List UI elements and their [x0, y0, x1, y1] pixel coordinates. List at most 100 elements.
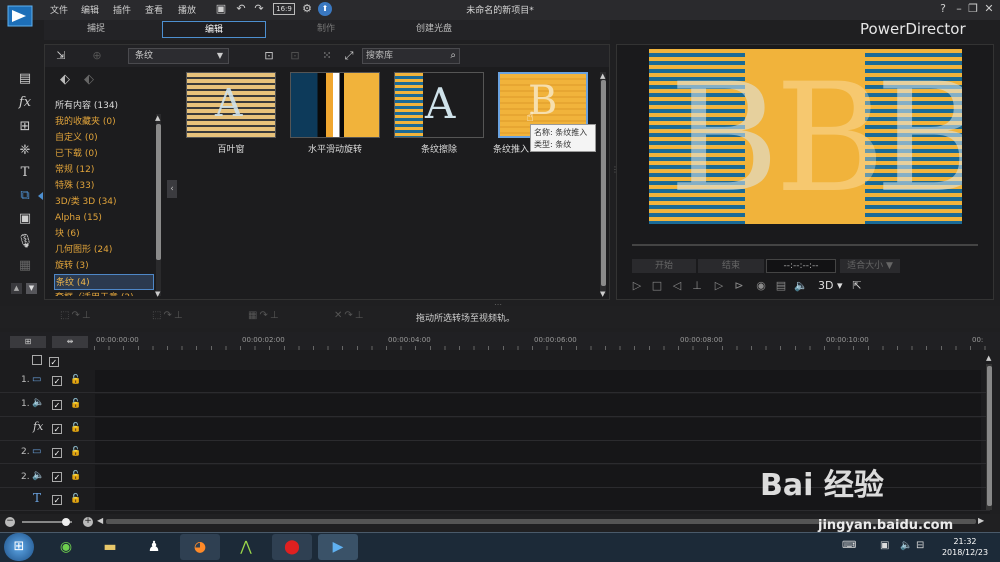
particle-room-icon[interactable]: ❈ [14, 142, 36, 160]
category-item[interactable]: 我的收藏夹 (0) [54, 114, 154, 130]
track-enable-checkbox[interactable]: ✓ [52, 400, 62, 410]
add-transition-icon[interactable]: ⬖ [60, 72, 82, 90]
taskbar-qq-icon[interactable]: ♟ [134, 534, 174, 560]
track-lock-icon[interactable]: 🔓 [70, 423, 81, 433]
track-lock-icon[interactable]: 🔓 [70, 447, 81, 457]
close-icon[interactable]: ✕ [982, 2, 996, 16]
previous-frame-icon[interactable]: ◁ [670, 279, 684, 293]
taskbar-explorer-icon[interactable]: ▬ [90, 534, 130, 560]
fast-forward-icon[interactable]: ⊳ [732, 279, 746, 293]
track-enable-checkbox[interactable]: ✓ [52, 424, 62, 434]
scroll-up-icon[interactable]: ▲ [155, 114, 160, 122]
track-enable-checkbox[interactable]: ✓ [52, 376, 62, 386]
volume-icon[interactable]: 🔈 [794, 279, 808, 293]
category-item[interactable]: 特殊 (33) [54, 178, 154, 194]
remove-transition-icon[interactable]: ⬖ [84, 72, 106, 90]
category-item[interactable]: 所有内容 (134) [54, 98, 154, 114]
tray-device-icon[interactable]: ▣ [880, 540, 889, 551]
search-icon[interactable]: ⌕ [450, 49, 456, 63]
mode-capture[interactable]: 捕捉 [66, 21, 126, 38]
category-scroll-thumb[interactable] [156, 124, 161, 260]
category-item[interactable]: 块 (6) [54, 226, 154, 242]
fx-room-icon[interactable]: fx [14, 94, 36, 112]
taskbar-recorder-icon[interactable]: ⬤ [272, 534, 312, 560]
timeline-view-icon[interactable]: ⊞ [10, 336, 46, 348]
taskbar-firefox-icon[interactable]: ◕ [180, 534, 220, 560]
help-icon[interactable]: ? [936, 2, 950, 16]
import-icon[interactable]: ⇲ [54, 48, 68, 64]
next-frame-icon[interactable]: ▷ [712, 279, 726, 293]
category-item[interactable]: 常规 (12) [54, 162, 154, 178]
menu-view[interactable]: 查看 [145, 3, 163, 16]
audio-mixing-room-icon[interactable]: ▣ [14, 210, 36, 228]
track-enable-checkbox[interactable]: ✓ [52, 472, 62, 482]
category-item[interactable]: 几何图形 (24) [54, 242, 154, 258]
taskbar-app-icon[interactable]: ⋀ [226, 534, 266, 560]
scroll-down-icon[interactable]: ▼ [155, 290, 160, 298]
stop-icon[interactable]: □ [650, 279, 664, 293]
pip-room-icon[interactable]: ⊞ [14, 118, 36, 136]
restore-icon[interactable]: ❐ [966, 2, 980, 16]
track-enable-checkbox[interactable]: ✓ [52, 448, 62, 458]
mode-edit[interactable]: 编辑 [162, 21, 266, 38]
zoom-out-icon[interactable]: − [5, 517, 15, 527]
save-icon[interactable]: ▣ [214, 2, 228, 16]
collapse-panel-button[interactable]: ‹ [167, 180, 177, 198]
3d-mode-button[interactable]: 3D ▾ [818, 279, 843, 292]
mark-out-button[interactable]: 结束 [698, 259, 764, 273]
fit-timeline-icon[interactable]: ⇹ [52, 336, 88, 348]
expand-view-icon[interactable]: ⤢ [342, 48, 356, 64]
chapter-room-icon[interactable]: ▦ [14, 257, 36, 275]
voiceover-room-icon[interactable]: 🎙 [14, 233, 36, 251]
scroll-up-icon[interactable]: ▲ [986, 354, 991, 362]
postfix-transition-icon[interactable]: ▦↷⊥ [248, 310, 292, 324]
track-lock-icon[interactable]: 🔓 [70, 494, 81, 504]
secondary-display-icon[interactable]: ▤ [774, 279, 788, 293]
media-room-icon[interactable]: ▤ [14, 70, 36, 88]
category-item[interactable]: 套框（适用于意 (2) [54, 290, 154, 296]
grid-view-icon[interactable]: ⁙ [320, 48, 334, 64]
zoom-in-icon[interactable]: + [83, 517, 93, 527]
category-item-selected[interactable]: 条纹 (4) [54, 274, 154, 290]
redo-icon[interactable]: ↷ [252, 2, 266, 16]
rail-up-icon[interactable]: ▲ [11, 283, 22, 294]
prefix-transition-icon[interactable]: ⬚↷⊥ [152, 310, 196, 324]
mode-create-disc[interactable]: 创建光盘 [402, 21, 466, 38]
download-icon[interactable]: ⊕ [90, 48, 104, 64]
preview-progress-bar[interactable] [632, 244, 978, 246]
minimize-icon[interactable]: – [952, 2, 966, 16]
category-select[interactable]: 条纹 ▼ [128, 48, 229, 64]
transition-thumb-blinds[interactable]: A [186, 72, 276, 138]
scroll-down-icon[interactable]: ▼ [600, 290, 605, 298]
undock-preview-icon[interactable]: ⇱ [850, 279, 864, 293]
fit-size-select[interactable]: 适合大小 ▼ [840, 259, 900, 273]
taskbar-powerdirector-icon[interactable]: ▶ [318, 534, 358, 560]
menu-file[interactable]: 文件 [50, 3, 68, 16]
track-enable-checkbox[interactable]: ✓ [52, 495, 62, 505]
track-lock-icon[interactable]: 🔓 [70, 471, 81, 481]
track-lock-icon[interactable]: 🔓 [70, 399, 81, 409]
upgrade-icon[interactable]: ⬆ [318, 2, 332, 16]
category-item[interactable]: 3D/类 3D (34) [54, 194, 154, 210]
menu-playback[interactable]: 播放 [178, 3, 196, 16]
all-tracks-toggle[interactable]: ✓ [32, 355, 59, 368]
track-select-box[interactable] [32, 355, 42, 365]
tray-keyboard-icon[interactable]: ⌨ [842, 540, 856, 551]
track-lock-icon[interactable]: 🔓 [70, 375, 81, 385]
track-enable-checkbox[interactable]: ✓ [48, 357, 59, 367]
tray-network-icon[interactable]: ⊟ [916, 540, 924, 551]
settings-gear-icon[interactable]: ⚙ [300, 2, 314, 16]
rail-down-icon[interactable]: ▼ [26, 283, 37, 294]
tray-volume-icon[interactable]: 🔈 [900, 540, 912, 551]
menu-plugins[interactable]: 插件 [113, 3, 131, 16]
taskbar-browser-icon[interactable]: ◉ [46, 534, 86, 560]
transition-thumb-stripe-wipe[interactable]: A [394, 72, 484, 138]
search-input[interactable]: 搜索库 ⌕ [362, 48, 460, 64]
category-item[interactable]: Alpha (15) [54, 210, 154, 226]
undo-icon[interactable]: ↶ [234, 2, 248, 16]
add-to-timeline-icon[interactable]: ⊡ [262, 48, 276, 64]
snapshot-icon[interactable]: ◉ [754, 279, 768, 293]
transition-room-icon[interactable]: ⧉ [14, 187, 36, 205]
menu-edit[interactable]: 编辑 [81, 3, 99, 16]
aspect-ratio-button[interactable]: 16:9 [273, 3, 295, 15]
